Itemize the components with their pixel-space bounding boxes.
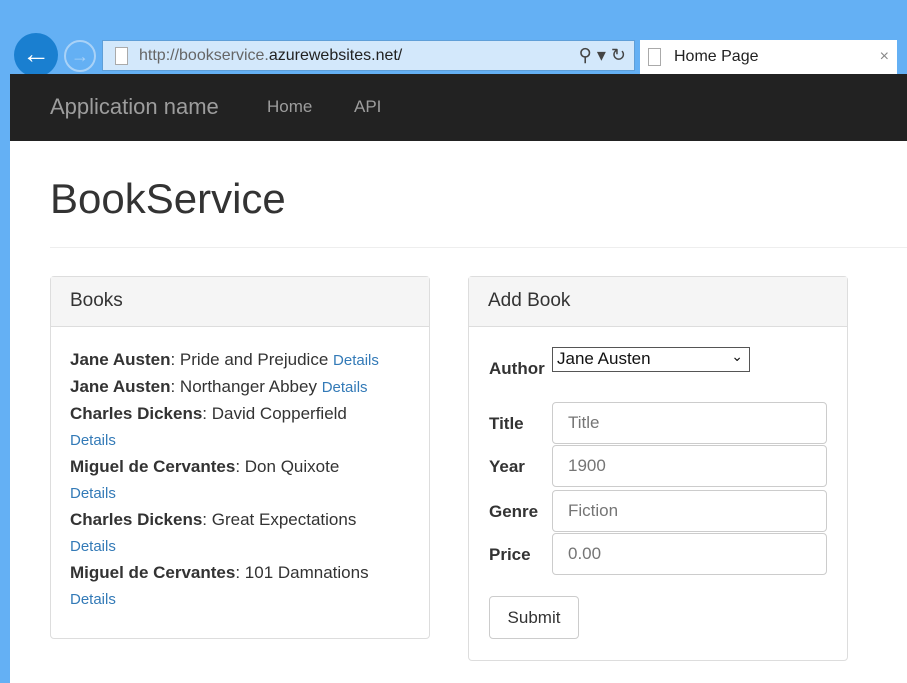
title-label: Title	[489, 414, 524, 433]
year-label: Year	[489, 457, 525, 476]
details-link[interactable]: Details	[333, 352, 379, 369]
book-title: Pride and Prejudice	[179, 350, 329, 369]
genre-label: Genre	[489, 502, 539, 521]
books-panel-title: Books	[51, 277, 429, 327]
forward-button[interactable]: →	[64, 40, 96, 72]
brand-link[interactable]: Application name	[50, 94, 219, 120]
nav-api[interactable]: API	[354, 97, 381, 117]
details-link[interactable]: Details	[70, 538, 116, 555]
book-title: Don Quixote	[244, 457, 340, 476]
book-title: Northanger Abbey	[179, 377, 317, 396]
book-item: Miguel de Cervantes: Don Quixote Details	[70, 457, 340, 502]
book-author: Charles Dickens	[70, 404, 203, 423]
url-domain: azurewebsites.net/	[268, 47, 403, 64]
navbar: Application name Home API	[10, 74, 907, 141]
book-title: 101 Damnations	[244, 563, 369, 582]
page-icon	[648, 48, 661, 66]
page-content: BookService Books Jane Austen: Pride and…	[10, 141, 907, 683]
refresh-icon[interactable]: ↻	[611, 45, 626, 65]
genre-input[interactable]	[552, 490, 827, 532]
book-item: Jane Austen: Northanger Abbey Details	[70, 377, 368, 396]
books-panel: Books Jane Austen: Pride and Prejudice D…	[50, 276, 430, 639]
book-title: David Copperfield	[211, 404, 347, 423]
book-author: Jane Austen	[70, 377, 171, 396]
browser-chrome: ← → http://bookservice.azurewebsites.net…	[0, 0, 907, 77]
add-book-title: Add Book	[469, 277, 847, 327]
book-author: Jane Austen	[70, 350, 171, 369]
book-author: Miguel de Cervantes	[70, 563, 236, 582]
book-list: Jane Austen: Pride and Prejudice Details…	[51, 327, 429, 633]
price-input[interactable]	[552, 533, 827, 575]
add-book-panel: Add Book Author Jane Austen⌄ Title Year …	[468, 276, 848, 661]
author-label: Author	[489, 359, 545, 378]
address-bar[interactable]: http://bookservice.azurewebsites.net/ ⚲ …	[102, 40, 635, 71]
url-prefix: http://bookservice.	[139, 47, 269, 64]
book-title: Great Expectations	[211, 510, 357, 529]
submit-button[interactable]: Submit	[489, 596, 579, 639]
search-icon[interactable]: ⚲ ▾	[579, 45, 606, 65]
book-item: Charles Dickens: Great Expectations Deta…	[70, 510, 357, 555]
page-title: BookService	[50, 175, 286, 222]
page-icon	[115, 47, 128, 65]
chevron-down-icon: ⌄	[731, 348, 743, 364]
year-input[interactable]	[552, 445, 827, 487]
back-button[interactable]: ←	[14, 33, 58, 77]
close-tab-icon[interactable]: ×	[880, 40, 889, 74]
book-item: Miguel de Cervantes: 101 Damnations Deta…	[70, 563, 369, 608]
title-input[interactable]	[552, 402, 827, 444]
book-author: Charles Dickens	[70, 510, 203, 529]
details-link[interactable]: Details	[70, 432, 116, 449]
book-item: Charles Dickens: David Copperfield Detai…	[70, 404, 347, 449]
divider	[50, 247, 907, 248]
price-label: Price	[489, 545, 531, 564]
browser-tab[interactable]: Home Page ×	[640, 40, 897, 74]
author-value: Jane Austen	[557, 349, 651, 368]
tab-title: Home Page	[674, 48, 759, 65]
nav-home[interactable]: Home	[267, 97, 312, 117]
details-link[interactable]: Details	[70, 591, 116, 608]
details-link[interactable]: Details	[70, 485, 116, 502]
author-select[interactable]: Jane Austen ⌄	[552, 347, 750, 372]
details-link[interactable]: Details	[322, 379, 368, 396]
book-author: Miguel de Cervantes	[70, 457, 236, 476]
book-item: Jane Austen: Pride and Prejudice Details	[70, 350, 379, 369]
